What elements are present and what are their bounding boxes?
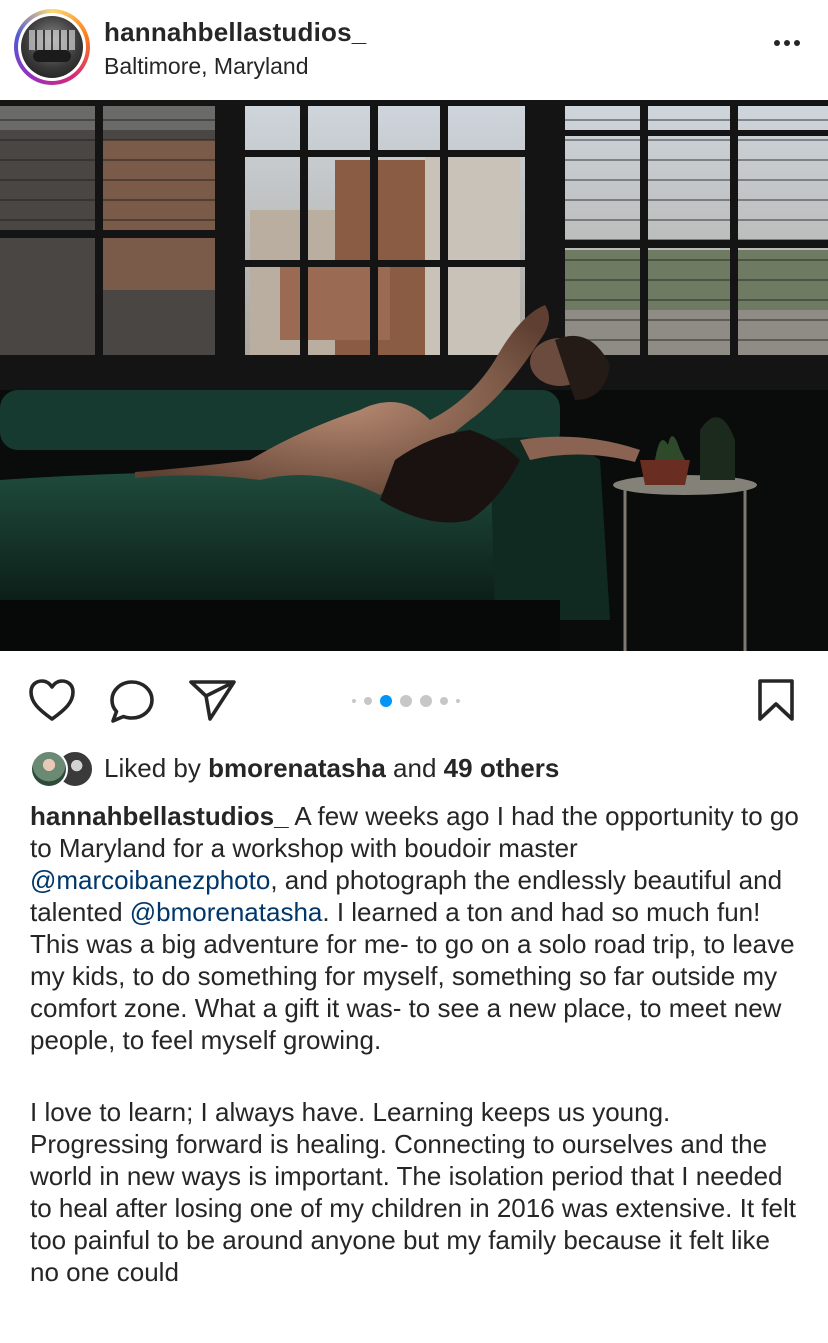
- mention-link[interactable]: @marcoibanezphoto: [30, 865, 270, 895]
- liked-by-user[interactable]: bmorenatasha: [208, 753, 386, 784]
- caption-author[interactable]: hannahbellastudios_: [30, 801, 289, 831]
- carousel-dot: [440, 697, 448, 705]
- likes-others-link[interactable]: 49 others: [444, 753, 560, 784]
- avatar: [30, 750, 68, 788]
- post-username[interactable]: hannahbellastudios_: [104, 14, 366, 50]
- liker-avatars[interactable]: [30, 750, 94, 788]
- avatar: [21, 16, 83, 78]
- likes-conjunction: and: [393, 752, 437, 783]
- carousel-dot: [456, 699, 460, 703]
- post-actions: [0, 651, 828, 747]
- bookmark-icon[interactable]: [755, 678, 797, 727]
- carousel-dot-active: [380, 695, 392, 707]
- post-location[interactable]: Baltimore, Maryland: [104, 50, 366, 82]
- post-caption: hannahbellastudios_ A few weeks ago I ha…: [30, 800, 800, 1328]
- post-photo[interactable]: [0, 100, 828, 651]
- comment-icon[interactable]: [108, 678, 156, 729]
- caption-paragraph: I love to learn; I always have. Learning…: [30, 1097, 796, 1287]
- profile-avatar-story-ring[interactable]: [14, 9, 90, 85]
- more-horizontal-icon[interactable]: [774, 40, 800, 46]
- caption-paragraph: hannahbellastudios_ A few weeks ago I ha…: [30, 800, 800, 1056]
- mention-link[interactable]: @bmorenatasha: [130, 897, 323, 927]
- paper-plane-icon[interactable]: [188, 678, 238, 727]
- carousel-dot: [420, 695, 432, 707]
- post-header: hannahbellastudios_ Baltimore, Maryland: [0, 0, 828, 100]
- likes-row: Liked by bmorenatasha and 49 others: [30, 748, 559, 788]
- carousel-indicator: [352, 695, 460, 707]
- heart-icon[interactable]: [28, 678, 76, 727]
- carousel-dot: [364, 697, 372, 705]
- carousel-dot: [352, 699, 356, 703]
- likes-prefix: Liked by: [104, 752, 201, 783]
- post-image: [0, 100, 828, 651]
- carousel-dot: [400, 695, 412, 707]
